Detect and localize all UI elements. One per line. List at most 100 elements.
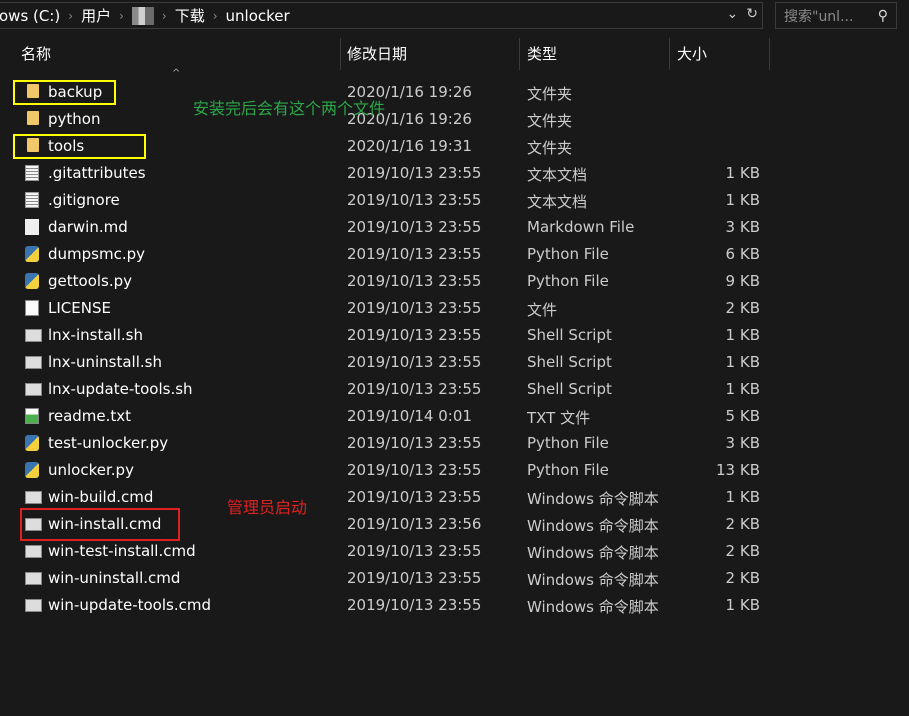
file-row[interactable]: dumpsmc.py 2019/10/13 23:55 Python File 6 K… [0,241,909,268]
column-divider[interactable] [340,38,341,70]
breadcrumb-downloads[interactable]: 下载 [175,5,205,26]
file-date: 2019/10/13 23:55 [347,326,482,344]
file-row[interactable]: python 2020/1/16 19:26 文件夹 [0,106,909,133]
script-file-icon [25,356,42,369]
file-type: TXT 文件 [527,409,591,427]
file-type: 文件夹 [527,85,573,103]
file-icon [25,300,39,316]
breadcrumb-users[interactable]: 用户 [81,5,111,26]
file-row[interactable]: lnx-update-tools.sh 2019/10/13 23:55 Shell… [0,376,909,403]
file-size: 3 KB [725,434,760,452]
file-row[interactable]: unlocker.py 2019/10/13 23:55 Python File 13… [0,457,909,484]
file-name[interactable]: test-unlocker.py [48,434,168,452]
file-type: Windows 命令脚本 [527,490,659,508]
text-document-icon [25,165,39,181]
file-type: Windows 命令脚本 [527,517,659,535]
file-date: 2019/10/13 23:55 [347,299,482,317]
file-row[interactable]: LICENSE 2019/10/13 23:55 文件 2 KB [0,295,909,322]
address-bar[interactable]: ows (C:) › 用户 › › 下载 › unlocker ⌄ ↻ [0,2,763,29]
file-type: Markdown File [527,218,635,236]
file-name[interactable]: win-uninstall.cmd [48,569,180,587]
file-row[interactable]: backup 2020/1/16 19:26 文件夹 [0,79,909,106]
python-file-icon [25,462,39,478]
file-row[interactable]: win-build.cmd 2019/10/13 23:55 Windows 命令脚… [0,484,909,511]
file-size: 2 KB [725,299,760,317]
file-size: 3 KB [725,218,760,236]
file-name[interactable]: gettools.py [48,272,132,290]
file-date: 2019/10/13 23:55 [347,218,482,236]
file-date: 2019/10/13 23:55 [347,245,482,263]
column-type[interactable]: 类型 [527,38,557,70]
file-name[interactable]: unlocker.py [48,461,134,479]
file-row[interactable]: win-test-install.cmd 2019/10/13 23:55 Wind… [0,538,909,565]
script-file-icon [25,545,42,558]
file-row[interactable]: win-uninstall.cmd 2019/10/13 23:55 Windows… [0,565,909,592]
breadcrumb-unlocker[interactable]: unlocker [226,7,290,25]
file-type: 文本文档 [527,193,588,211]
file-row[interactable]: lnx-install.sh 2019/10/13 23:55 Shell Scri… [0,322,909,349]
breadcrumb-separator-icon[interactable]: › [162,9,167,23]
script-file-icon [25,383,42,396]
search-input[interactable]: 搜索"unl... ⚲ [775,2,897,29]
file-size: 2 KB [725,542,760,560]
file-type: Shell Script [527,353,612,371]
file-name[interactable]: win-test-install.cmd [48,542,196,560]
breadcrumb-separator-icon[interactable]: › [213,9,218,23]
breadcrumb-separator-icon[interactable]: › [68,9,73,23]
file-size: 2 KB [725,515,760,533]
file-size: 5 KB [725,407,760,425]
refresh-icon[interactable]: ↻ [746,6,758,22]
sort-ascending-icon: ^ [172,68,181,79]
column-divider[interactable] [669,38,670,70]
file-type: 文件夹 [527,139,573,157]
annotation-red: 管理员启动 [227,498,308,517]
file-row[interactable]: win-update-tools.cmd 2019/10/13 23:55 Wind… [0,592,909,619]
breadcrumb-separator-icon[interactable]: › [119,9,124,23]
file-row[interactable]: gettools.py 2019/10/13 23:55 Python File 9 … [0,268,909,295]
file-name[interactable]: darwin.md [48,218,128,236]
file-date: 2019/10/13 23:55 [347,434,482,452]
file-row[interactable]: .gitignore 2019/10/13 23:55 文本文档 1 KB [0,187,909,214]
file-name[interactable]: lnx-uninstall.sh [48,353,162,371]
file-name[interactable]: readme.txt [48,407,131,425]
txt-file-icon [25,408,39,424]
file-name[interactable]: .gitattributes [48,164,146,182]
text-document-icon [25,192,39,208]
file-row[interactable]: test-unlocker.py 2019/10/13 23:55 Python F… [0,430,909,457]
column-size[interactable]: 大小 [677,38,707,70]
search-icon[interactable]: ⚲ [878,8,888,24]
script-file-icon [25,491,42,504]
file-date: 2019/10/13 23:55 [347,461,482,479]
highlight-box-yellow [13,134,146,159]
file-size: 1 KB [725,380,760,398]
file-type: Windows 命令脚本 [527,598,659,616]
file-type: Python File [527,245,609,263]
column-date[interactable]: 修改日期 [347,38,407,70]
file-name[interactable]: lnx-update-tools.sh [48,380,193,398]
file-name[interactable]: dumpsmc.py [48,245,145,263]
navigation-bar: ows (C:) › 用户 › › 下载 › unlocker ⌄ ↻ 搜索"u… [0,0,909,33]
file-row[interactable]: lnx-uninstall.sh 2019/10/13 23:55 Shell Sc… [0,349,909,376]
column-divider[interactable] [769,38,770,70]
file-name[interactable]: win-build.cmd [48,488,153,506]
file-row[interactable]: darwin.md 2019/10/13 23:55 Markdown File 3 … [0,214,909,241]
file-size: 1 KB [725,596,760,614]
file-size: 13 KB [716,461,760,479]
file-row[interactable]: readme.txt 2019/10/14 0:01 TXT 文件 5 KB [0,403,909,430]
file-name[interactable]: win-update-tools.cmd [48,596,211,614]
file-size: 2 KB [725,569,760,587]
file-name[interactable]: .gitignore [48,191,120,209]
file-date: 2019/10/13 23:55 [347,191,482,209]
chevron-down-icon[interactable]: ⌄ [727,6,739,22]
breadcrumb-drive[interactable]: ows (C:) [0,7,60,25]
column-divider[interactable] [519,38,520,70]
file-name[interactable]: python [48,110,100,128]
column-name[interactable]: 名称 [21,38,51,70]
blurred-username[interactable] [131,6,154,25]
file-date: 2019/10/13 23:55 [347,272,482,290]
file-date: 2020/1/16 19:31 [347,137,472,155]
column-header: 名称 ^ 修改日期 类型 大小 [0,38,909,79]
file-name[interactable]: lnx-install.sh [48,326,143,344]
file-row[interactable]: .gitattributes 2019/10/13 23:55 文本文档 1 KB [0,160,909,187]
file-name[interactable]: LICENSE [48,299,111,317]
